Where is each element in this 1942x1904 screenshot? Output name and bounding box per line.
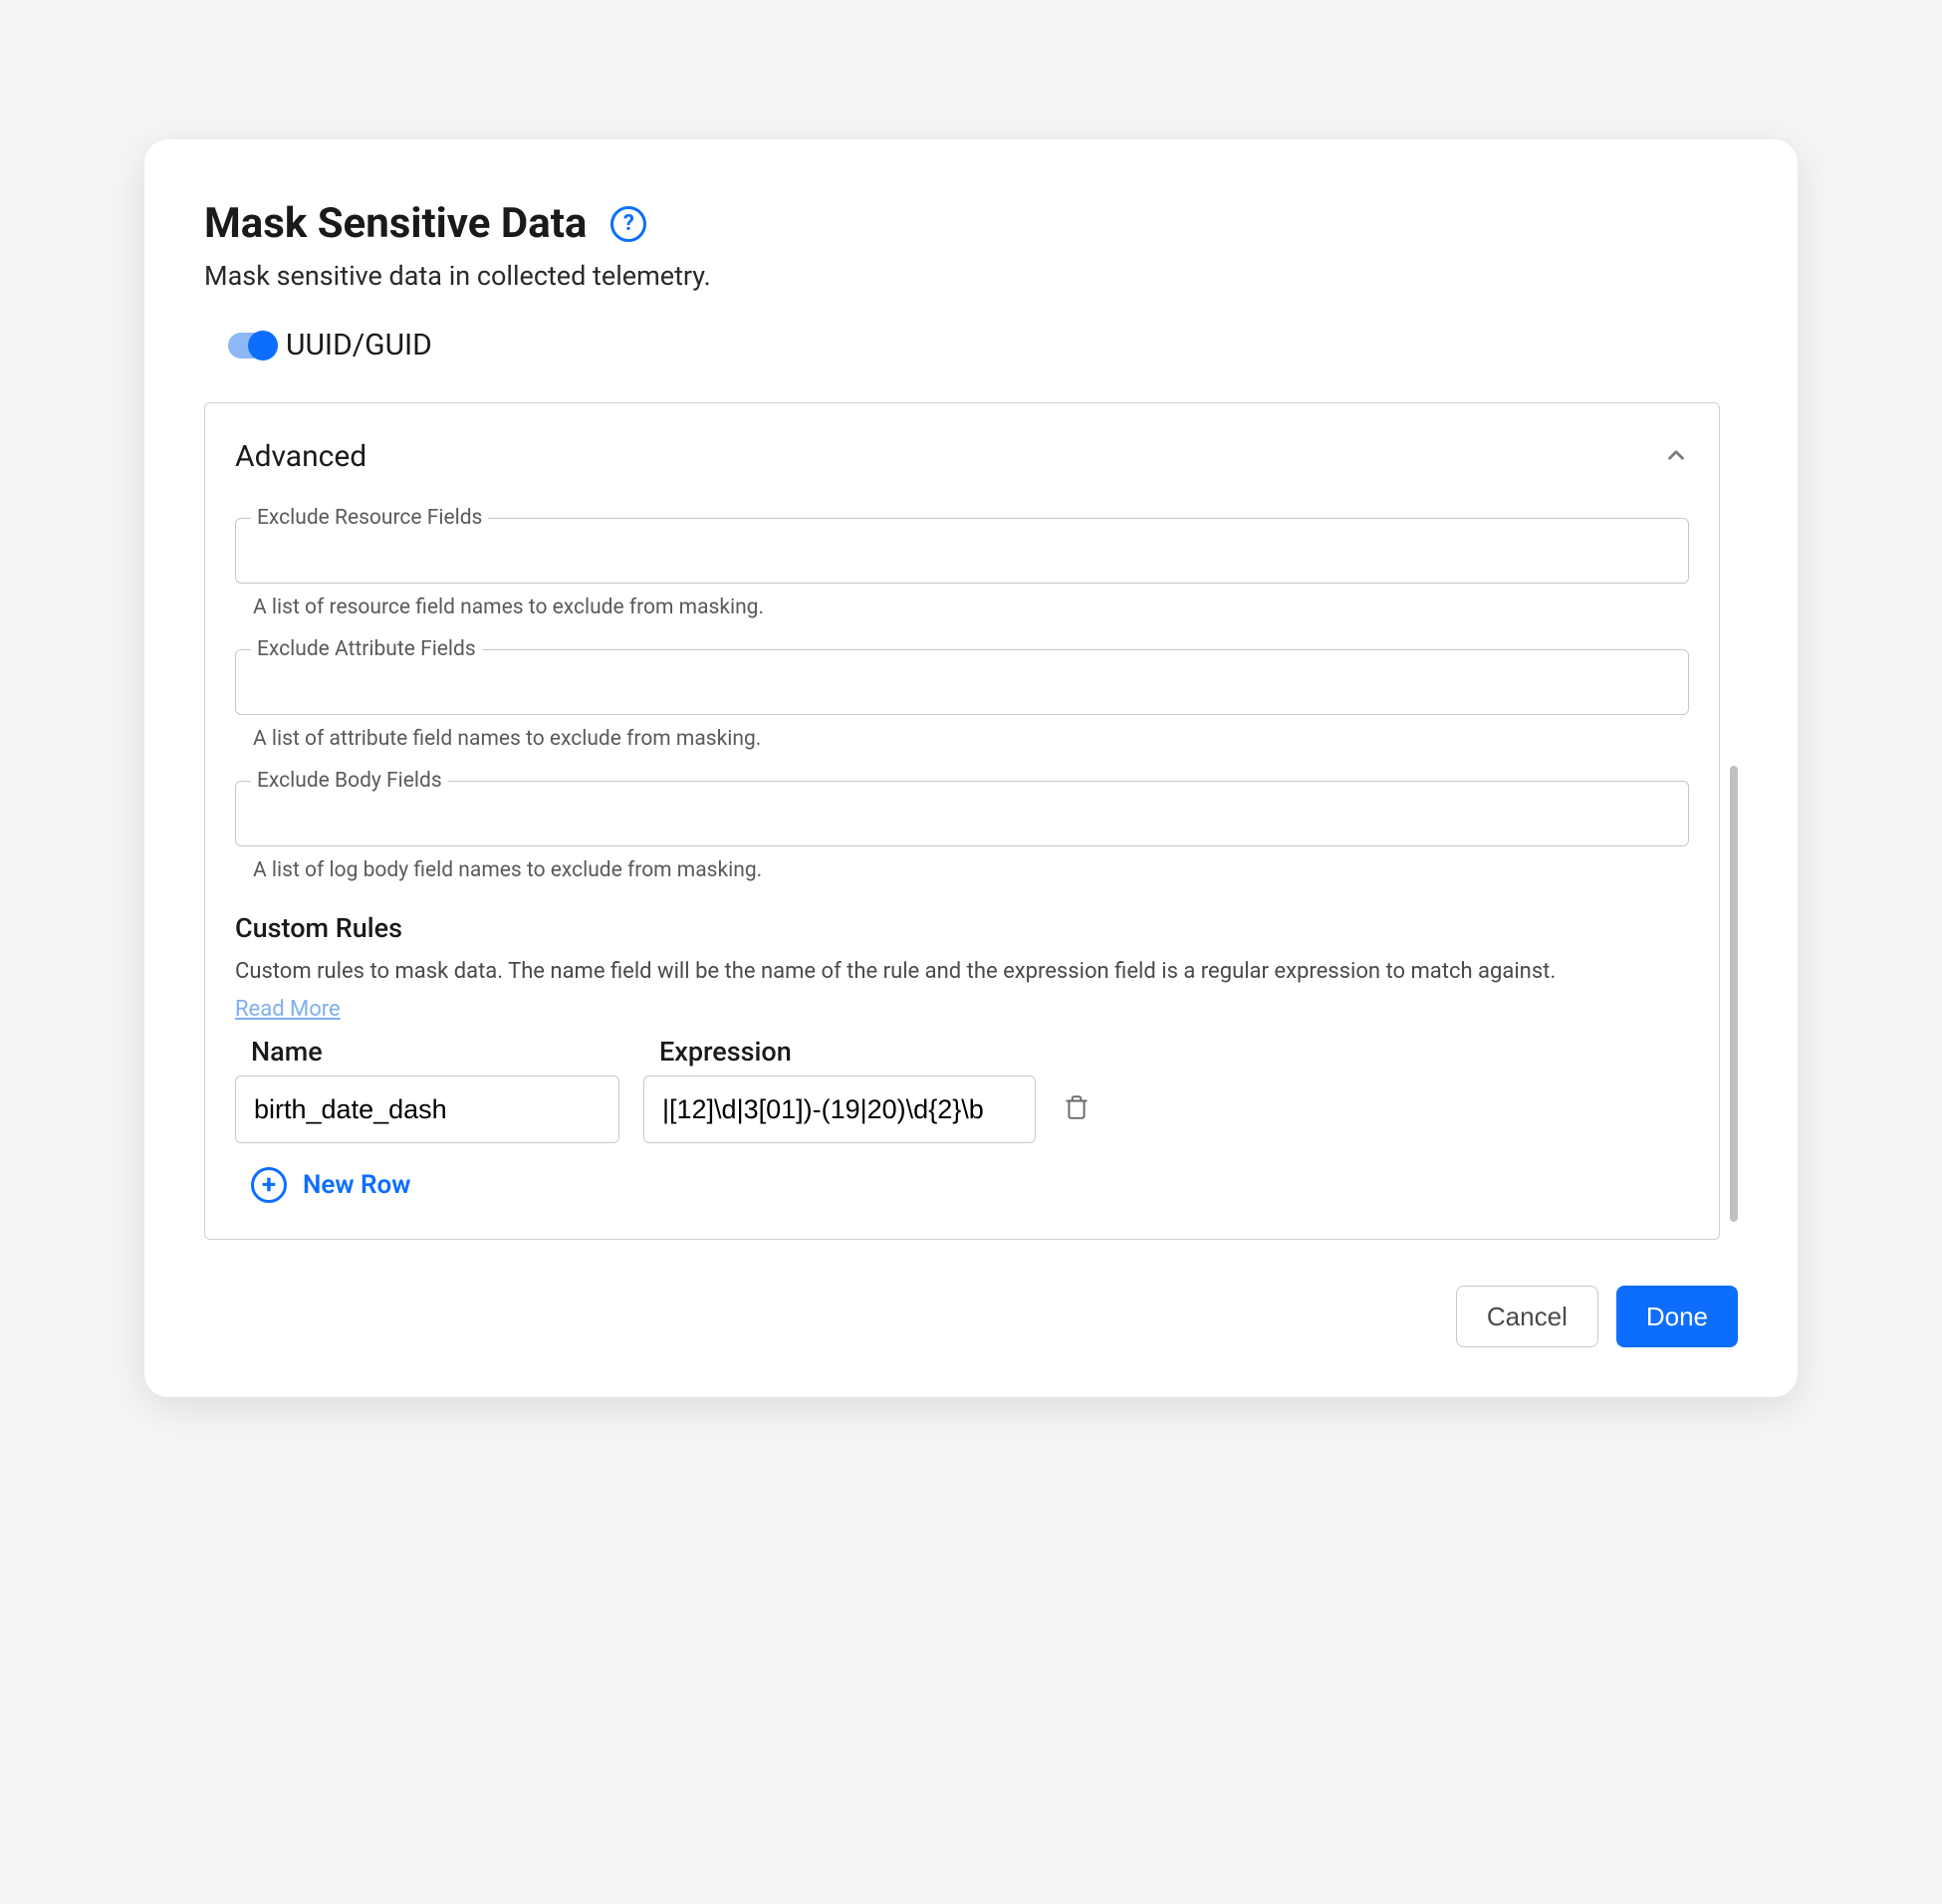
rule-row: [235, 1075, 1689, 1143]
help-icon[interactable]: ?: [610, 206, 646, 242]
rule-name-header: Name: [235, 1036, 619, 1068]
uuid-toggle-label: UUID/GUID: [286, 328, 432, 362]
modal-footer: Cancel Done: [204, 1286, 1738, 1347]
exclude-resource-help: A list of resource field names to exclud…: [253, 595, 1689, 619]
exclude-resource-label: Exclude Resource Fields: [251, 506, 488, 530]
custom-rules-title: Custom Rules: [235, 912, 1689, 944]
read-more-link[interactable]: Read More: [235, 997, 341, 1022]
scroll-area: UUID/GUID Advanced Exclude Resource Fiel…: [204, 328, 1738, 1240]
modal-subtitle: Mask sensitive data in collected telemet…: [204, 260, 1738, 292]
advanced-header[interactable]: Advanced: [235, 439, 1689, 474]
chevron-up-icon[interactable]: [1663, 442, 1689, 472]
uuid-toggle[interactable]: [228, 333, 278, 358]
new-row-button[interactable]: + New Row: [251, 1167, 1689, 1203]
plus-icon: +: [251, 1167, 287, 1203]
scrollbar-thumb[interactable]: [1730, 766, 1738, 1222]
trash-icon[interactable]: [1060, 1090, 1093, 1128]
toggle-knob: [248, 331, 278, 360]
exclude-body-label: Exclude Body Fields: [251, 769, 448, 793]
done-button[interactable]: Done: [1616, 1286, 1738, 1347]
exclude-attribute-help: A list of attribute field names to exclu…: [253, 727, 1689, 751]
exclude-attribute-label: Exclude Attribute Fields: [251, 637, 482, 661]
rule-name-input[interactable]: [235, 1075, 619, 1143]
exclude-body-group: Exclude Body Fields A list of log body f…: [235, 781, 1689, 882]
advanced-section: Advanced Exclude Resource Fields A list …: [204, 402, 1720, 1240]
rule-header-row: Name Expression: [235, 1036, 1689, 1068]
scrollbar-track[interactable]: [1730, 328, 1738, 1240]
exclude-resource-group: Exclude Resource Fields A list of resour…: [235, 518, 1689, 619]
exclude-body-input[interactable]: [235, 781, 1689, 846]
custom-rules-description: Custom rules to mask data. The name fiel…: [235, 954, 1689, 989]
exclude-body-help: A list of log body field names to exclud…: [253, 858, 1689, 882]
cancel-button[interactable]: Cancel: [1456, 1286, 1598, 1347]
rule-expression-header: Expression: [643, 1036, 1689, 1068]
rule-expression-input[interactable]: [643, 1075, 1036, 1143]
new-row-label: New Row: [303, 1170, 410, 1200]
uuid-toggle-row: UUID/GUID: [228, 328, 1720, 362]
advanced-title: Advanced: [235, 439, 366, 474]
exclude-attribute-group: Exclude Attribute Fields A list of attri…: [235, 649, 1689, 751]
modal-header: Mask Sensitive Data ?: [204, 199, 1738, 248]
modal-title: Mask Sensitive Data: [204, 199, 587, 248]
mask-sensitive-data-modal: Mask Sensitive Data ? Mask sensitive dat…: [144, 139, 1798, 1397]
